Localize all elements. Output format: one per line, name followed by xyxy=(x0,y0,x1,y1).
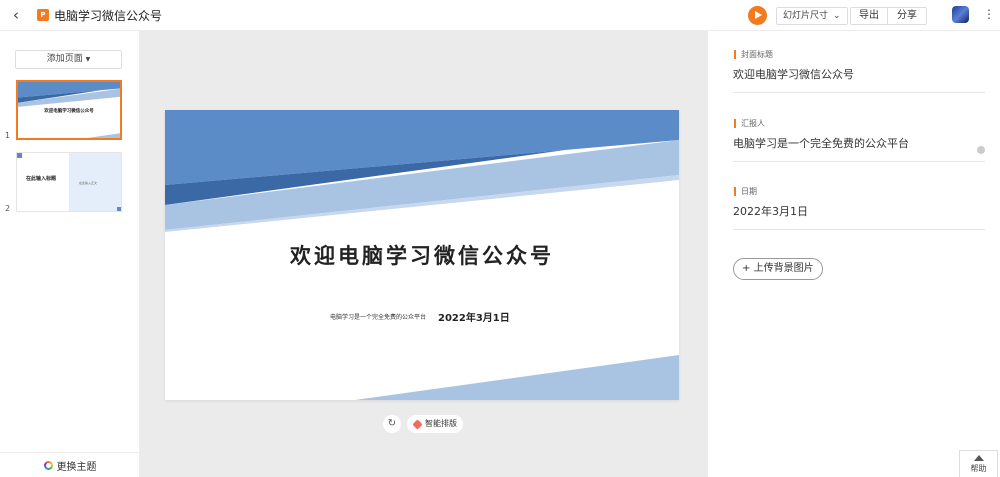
cover-title-input[interactable]: 欢迎电脑学习微信公众号 xyxy=(733,63,985,93)
reporter-label: 汇报人 xyxy=(734,119,765,128)
palette-icon xyxy=(43,460,53,470)
refresh-icon[interactable]: ↻ xyxy=(383,415,401,433)
document-title[interactable]: 电脑学习微信公众号 xyxy=(54,7,162,24)
arrow-up-icon xyxy=(973,455,984,461)
reporter-input[interactable]: 电脑学习是一个完全免费的公众平台 xyxy=(733,132,985,162)
help-label: 帮助 xyxy=(970,464,987,473)
smart-layout-button[interactable]: 智能排版 xyxy=(407,415,463,433)
slide-date[interactable]: 2022年3月1日 xyxy=(438,309,510,324)
properties-panel: 封面标题 欢迎电脑学习微信公众号 汇报人 电脑学习是一个完全免费的公众平台 日期… xyxy=(708,31,1000,477)
share-button[interactable]: 分享 xyxy=(887,7,927,25)
slide-canvas[interactable]: 欢迎电脑学习微信公众号 电脑学习是一个完全免费的公众平台 2022年3月1日 xyxy=(165,110,679,400)
thumbnail-number: 1 xyxy=(5,131,11,140)
upload-background-button[interactable]: + 上传背景图片 xyxy=(733,258,823,280)
cube-icon xyxy=(412,418,423,430)
thumbnail-1-title: 欢迎电脑学习微信公众号 xyxy=(44,109,94,114)
slide-size-label: 幻灯片尺寸 xyxy=(783,11,829,21)
reporter-clear-icon[interactable] xyxy=(977,146,985,154)
export-button[interactable]: 导出 xyxy=(850,7,888,25)
thumbnail-2-title: 在此输入标题 xyxy=(26,176,57,182)
slide-thumbnail-1[interactable]: 欢迎电脑学习微信公众号 xyxy=(16,80,122,140)
slide-size-dropdown[interactable]: 幻灯片尺寸 ⌄ xyxy=(776,7,848,25)
date-input[interactable]: 2022年3月1日 xyxy=(733,200,985,230)
add-page-label: 添加页面 xyxy=(46,54,83,64)
caret-down-icon: ▼ xyxy=(85,56,91,63)
date-label: 日期 xyxy=(734,187,757,196)
more-vertical-icon[interactable]: ⋮ xyxy=(983,7,995,21)
chevron-down-icon: ⌄ xyxy=(833,11,841,21)
cover-title-label: 封面标题 xyxy=(734,50,773,59)
thumbnail-2-corner-mark xyxy=(17,153,22,158)
change-theme-button[interactable]: 更换主题 xyxy=(0,452,140,477)
plus-icon: + xyxy=(742,263,751,274)
canvas-toolbar: ↻ 智能排版 xyxy=(383,415,463,433)
slide-list-panel: 添加页面 ▼ 1 欢迎电脑学习微信公众号 2 在此输入标题 在此输入正文 更换主… xyxy=(0,31,140,477)
canvas-area: 欢迎电脑学习微信公众号 电脑学习是一个完全免费的公众平台 2022年3月1日 ↻… xyxy=(140,31,708,477)
avatar[interactable] xyxy=(952,6,969,23)
presentation-icon: P xyxy=(37,9,49,21)
back-arrow-icon[interactable]: ‹ xyxy=(13,7,29,23)
help-button[interactable]: 帮助 xyxy=(959,450,998,477)
slide-bottom-band xyxy=(355,355,679,400)
play-button[interactable] xyxy=(748,6,767,25)
change-theme-label: 更换主题 xyxy=(56,461,97,473)
add-page-button[interactable]: 添加页面 ▼ xyxy=(15,50,122,69)
thumbnail-2-corner-mark xyxy=(117,207,121,211)
top-bar: ‹ P 电脑学习微信公众号 幻灯片尺寸 ⌄ 导出 分享 ⋮ xyxy=(0,0,1000,31)
slide-thumbnail-2[interactable]: 在此输入标题 在此输入正文 xyxy=(16,152,122,212)
slide-reporter[interactable]: 电脑学习是一个完全免费的公众平台 xyxy=(330,312,426,321)
slide-title[interactable]: 欢迎电脑学习微信公众号 xyxy=(165,240,679,270)
smart-layout-label: 智能排版 xyxy=(425,419,457,428)
upload-background-label: 上传背景图片 xyxy=(753,263,814,274)
thumbnail-2-subtitle: 在此输入正文 xyxy=(79,181,98,185)
thumbnail-number: 2 xyxy=(5,204,11,213)
